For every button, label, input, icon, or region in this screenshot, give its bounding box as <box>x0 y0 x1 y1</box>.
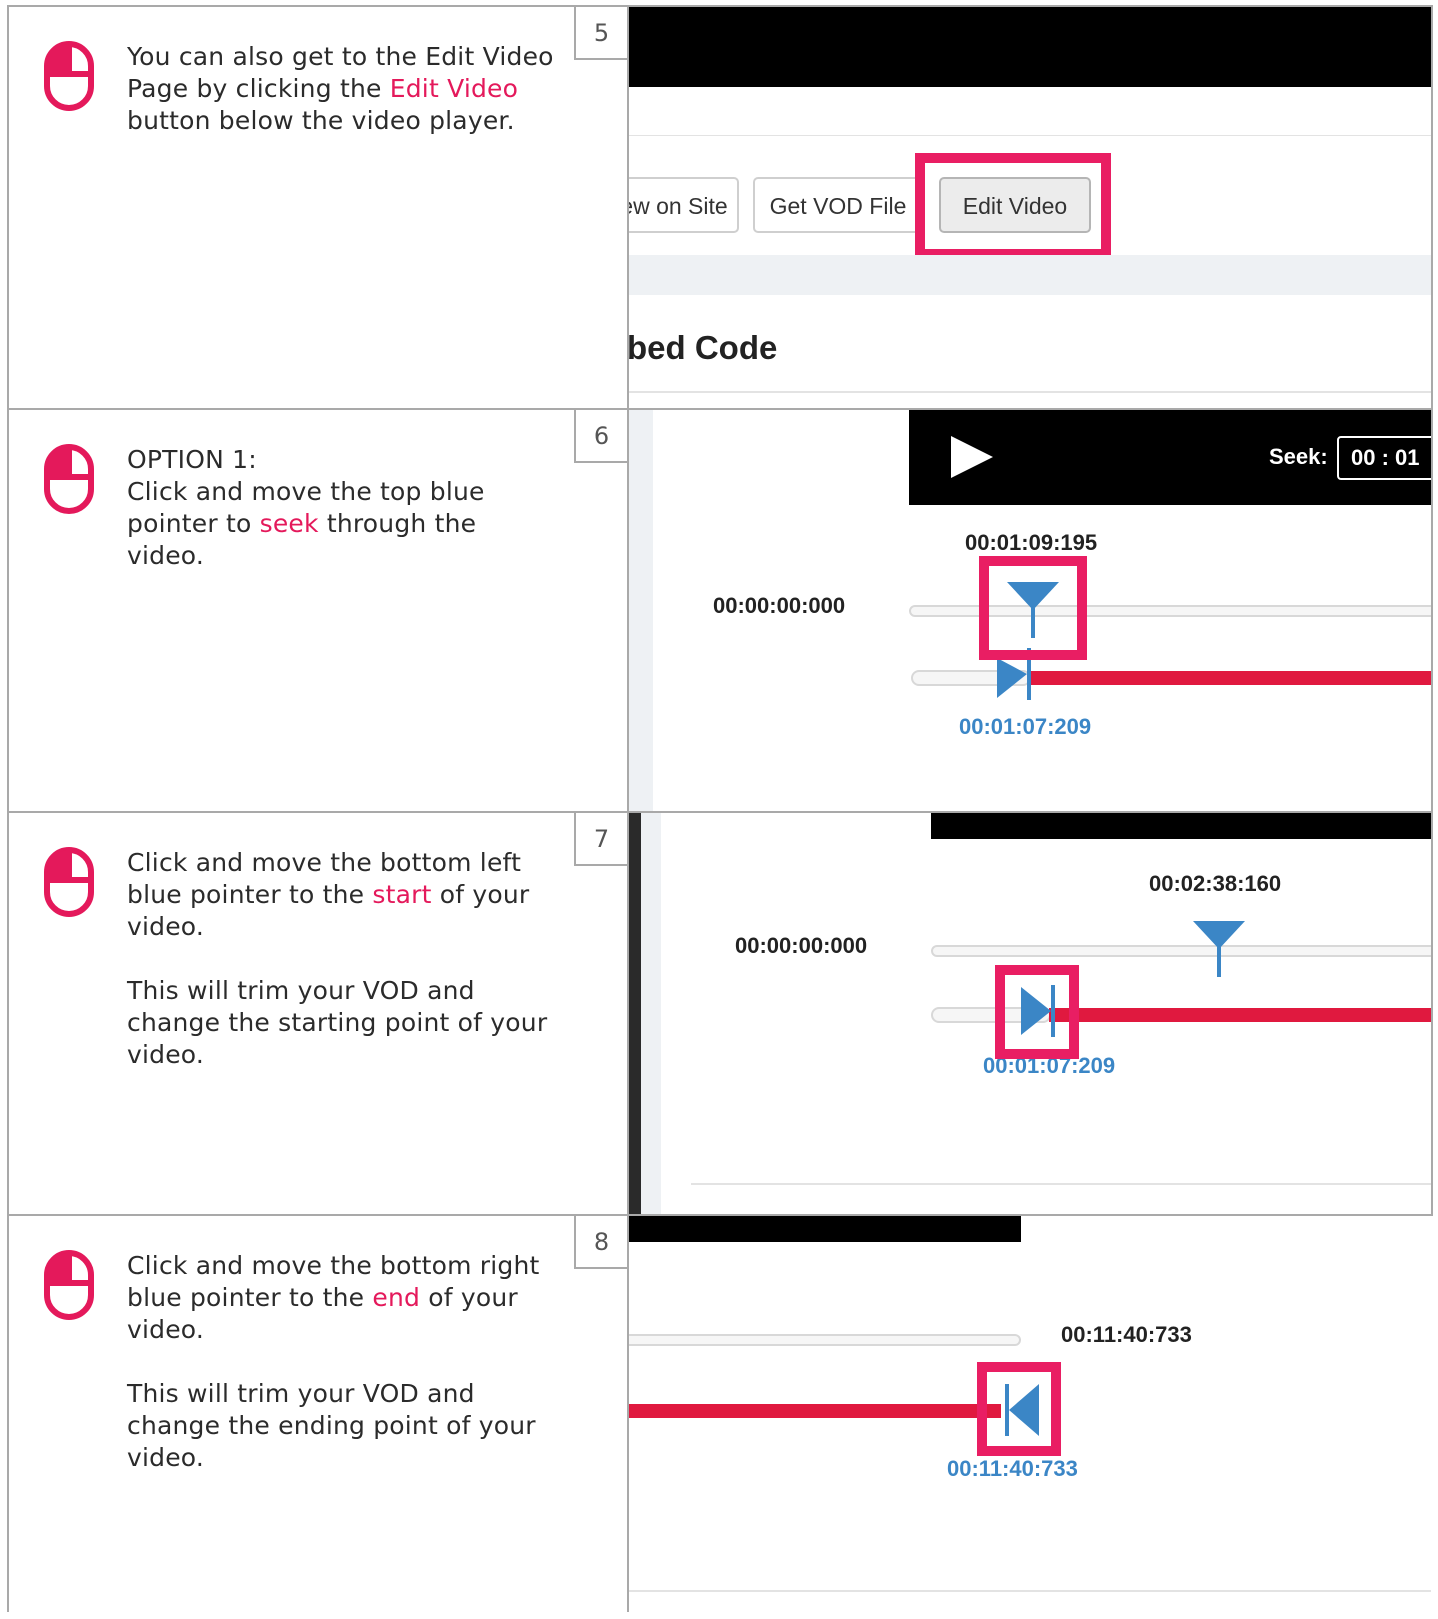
step-number: 7 <box>574 813 627 866</box>
mouse-left-click-icon <box>44 847 94 917</box>
video-player-bar <box>931 813 1431 839</box>
step-row-6: OPTION 1: Click and move the top blue po… <box>7 408 1433 811</box>
highlight-box <box>977 1362 1061 1456</box>
trim-start-time-label: 00:01:07:209 <box>959 714 1092 739</box>
step-screenshot: ew on Site Get VOD File Edit Video bed C… <box>629 7 1431 408</box>
step-instruction: Click and move the bottom left blue poin… <box>7 813 627 1214</box>
highlight-box <box>915 153 1111 259</box>
trim-range-bar <box>629 1404 1001 1418</box>
divider-line <box>629 391 1431 393</box>
step-row-5: You can also get to the Edit Video Page … <box>7 5 1433 408</box>
step-text-body: button below the video player. <box>127 106 515 135</box>
highlighted-term: end <box>372 1283 421 1312</box>
seek-input[interactable]: 00 : 01 <box>1337 436 1431 480</box>
sidebar-strip <box>629 410 653 811</box>
divider-line <box>629 1590 1431 1592</box>
highlight-box <box>995 965 1079 1059</box>
highlight-box <box>979 556 1087 660</box>
mouse-left-click-icon <box>44 41 94 111</box>
column-divider <box>627 5 629 1612</box>
step-screenshot: Seek: 00 : 01 00:01:09:195 00:00:00:000 … <box>629 410 1431 811</box>
mouse-left-click-icon <box>44 444 94 514</box>
step-number: 6 <box>574 410 627 463</box>
seek-time-label: 00:02:38:160 <box>1149 871 1282 896</box>
seek-time-label: 00:01:09:195 <box>965 530 1098 555</box>
step-text-note: This will trim your VOD and change the e… <box>127 1379 536 1472</box>
trim-range-bar <box>1029 671 1431 685</box>
instruction-sheet: You can also get to the Edit Video Page … <box>7 5 1433 1619</box>
divider-line <box>691 1183 1431 1185</box>
seek-pointer-icon[interactable] <box>1191 919 1247 979</box>
option-label: OPTION 1: <box>127 445 257 474</box>
step-screenshot: 00:02:38:160 00:00:00:000 00:01:07:209 <box>629 813 1431 1214</box>
divider-line <box>629 135 1431 136</box>
video-player-bar <box>629 1216 1021 1242</box>
trim-range-bar <box>1049 1008 1431 1022</box>
highlighted-term: Edit Video <box>389 74 519 103</box>
sidebar-strip <box>641 813 661 1214</box>
mouse-left-click-icon <box>44 1250 94 1320</box>
dark-sidebar-strip <box>629 813 641 1214</box>
seek-track <box>931 945 1431 957</box>
step-row-8: Click and move the bottom right blue poi… <box>7 1214 1433 1619</box>
step-row-7: Click and move the bottom left blue poin… <box>7 811 1433 1214</box>
start-time-label: 00:00:00:000 <box>713 593 846 618</box>
step-text: Click and move the bottom right blue poi… <box>127 1250 557 1506</box>
step-text: OPTION 1: Click and move the top blue po… <box>127 444 557 604</box>
step-text-note: This will trim your VOD and change the s… <box>127 976 548 1069</box>
step-number: 5 <box>574 7 627 60</box>
grey-band <box>629 255 1431 295</box>
start-time-label: 00:00:00:000 <box>735 933 868 958</box>
highlighted-term: start <box>372 880 432 909</box>
seek-label: Seek: <box>1269 444 1328 469</box>
view-on-site-button[interactable]: ew on Site <box>629 177 739 233</box>
step-instruction: Click and move the bottom right blue poi… <box>7 1216 627 1619</box>
step-screenshot: 00:11:40:733 00:11:40:733 <box>629 1216 1431 1619</box>
seek-track <box>629 1334 1021 1346</box>
video-player-bar <box>629 7 1431 87</box>
trim-end-time-label: 00:11:40:733 <box>947 1456 1078 1481</box>
video-player-controls: Seek: 00 : 01 <box>909 410 1431 505</box>
embed-code-heading: bed Code <box>629 329 778 366</box>
get-vod-file-button[interactable]: Get VOD File <box>753 177 923 233</box>
step-text: You can also get to the Edit Video Page … <box>127 41 557 169</box>
step-number: 8 <box>574 1216 627 1269</box>
step-text: Click and move the bottom left blue poin… <box>127 847 557 1103</box>
end-time-label: 00:11:40:733 <box>1061 1322 1192 1347</box>
step-instruction: OPTION 1: Click and move the top blue po… <box>7 410 627 811</box>
highlighted-term: seek <box>259 509 319 538</box>
step-instruction: You can also get to the Edit Video Page … <box>7 7 627 408</box>
play-icon[interactable] <box>947 432 997 482</box>
